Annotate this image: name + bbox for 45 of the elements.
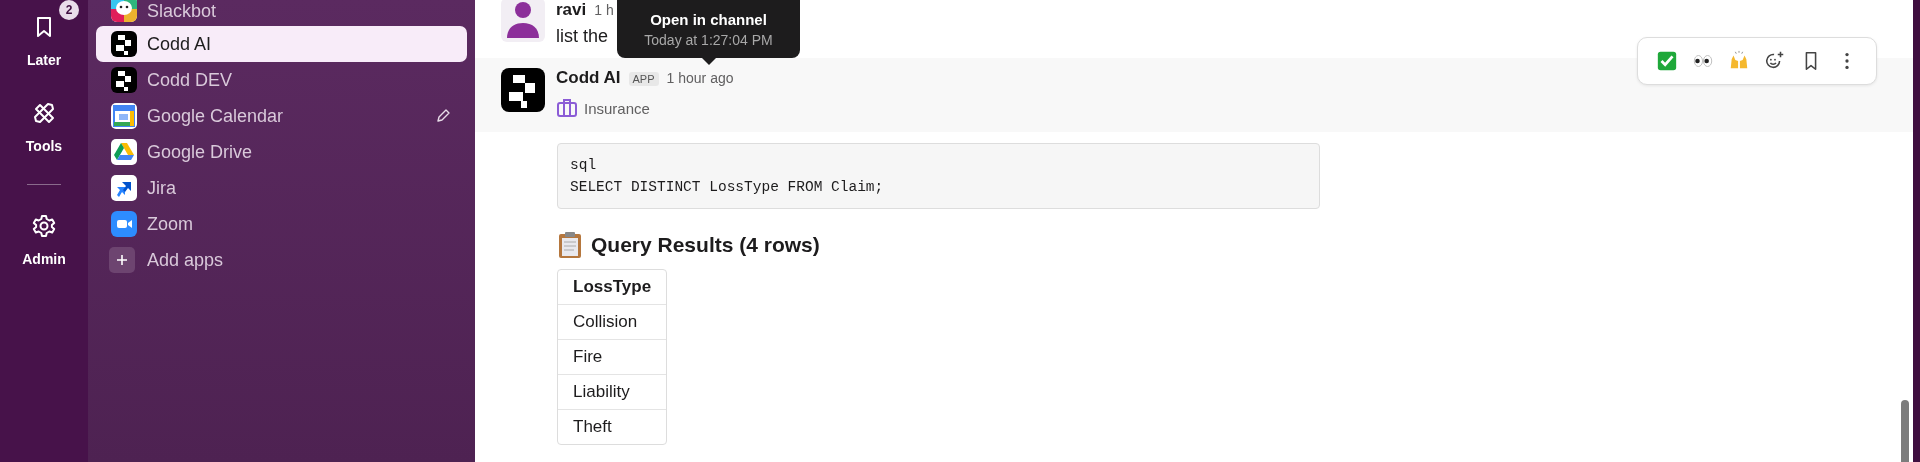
count-badge: 2	[59, 0, 79, 20]
sidebar-item[interactable]: Google Calendar	[96, 98, 467, 134]
sidebar-item[interactable]: Zoom	[96, 206, 467, 242]
code-block: sql SELECT DISTINCT LossType FROM Claim;	[557, 143, 1320, 209]
triangle-logo-icon	[111, 139, 137, 165]
sidebar-item[interactable]: Codd DEV	[96, 62, 467, 98]
plus-icon	[109, 247, 135, 273]
bot-avatar-icon[interactable]	[501, 68, 545, 112]
clipboard-icon	[557, 231, 583, 259]
robot-face-icon	[111, 0, 137, 22]
video-camera-icon	[111, 211, 137, 237]
sidebar-item[interactable]: Google Drive	[96, 134, 467, 170]
table-cell: Collision	[558, 304, 667, 339]
scrollbar-thumb[interactable]	[1901, 400, 1909, 462]
table-cell: Theft	[558, 409, 667, 444]
logo-icon	[111, 67, 137, 93]
check-mark-icon[interactable]	[1656, 50, 1678, 72]
sidebar-item[interactable]: Slackbot	[96, 0, 467, 22]
pencil-icon[interactable]	[435, 108, 451, 124]
workspace-label[interactable]: Insurance	[584, 99, 650, 117]
rail-label[interactable]: Tools	[25, 138, 63, 154]
app-badge: APP	[628, 72, 659, 86]
message-text: list the	[556, 26, 610, 47]
sidebar-item[interactable]: Jira	[96, 170, 467, 206]
calendar-icon	[111, 103, 137, 129]
tools-icon[interactable]	[31, 100, 57, 126]
timestamp[interactable]: 1 hour ago	[666, 70, 734, 86]
tooltip-title: Open in channel	[650, 10, 767, 28]
settings-icon[interactable]	[32, 214, 56, 238]
author-name[interactable]: Codd AI	[556, 68, 621, 88]
table-cell: Liability	[558, 374, 667, 409]
logo-icon	[111, 31, 137, 57]
sidebar-item[interactable]: Add apps	[96, 242, 467, 278]
briefcase-icon	[556, 98, 578, 118]
section-heading: Query Results (4 rows)	[591, 233, 820, 257]
column-header: LossType	[572, 276, 653, 298]
arrows-logo-icon	[111, 175, 137, 201]
table-cell: Fire	[558, 339, 667, 374]
timestamp[interactable]: 1 h	[594, 2, 614, 18]
rail-label[interactable]: Later	[26, 52, 62, 68]
sidebar-item[interactable]: Codd AI	[96, 26, 467, 62]
tooltip-time: Today at 1:27:04 PM	[644, 31, 773, 48]
author-name[interactable]: ravi	[556, 0, 587, 20]
user-avatar-icon[interactable]	[501, 0, 545, 42]
rail-label[interactable]: Admin	[22, 251, 66, 267]
